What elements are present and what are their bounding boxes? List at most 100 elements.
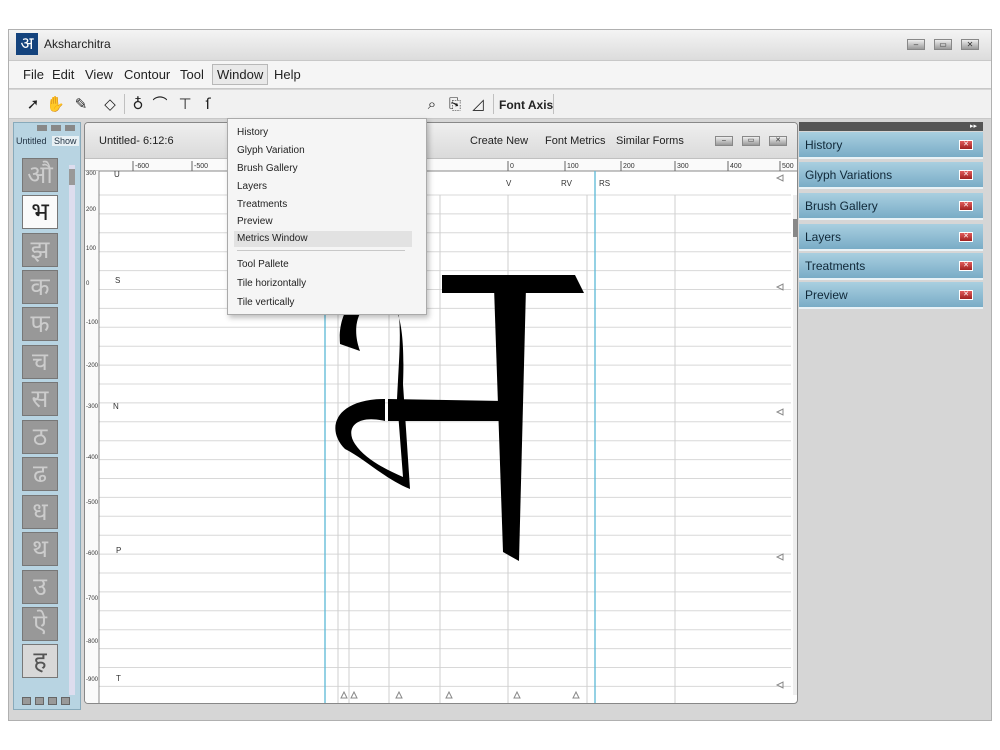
close-icon[interactable]: ✕ xyxy=(959,140,973,150)
view-icon-4[interactable] xyxy=(61,697,70,705)
canvas-scrollbar[interactable] xyxy=(793,195,798,695)
ruler-tick-label: 300 xyxy=(677,163,689,170)
document-title: Untitled- 6:12:6 xyxy=(99,135,174,147)
create-new-button[interactable]: Create New xyxy=(470,135,528,147)
window-menu-item-brush-gallery[interactable]: Brush Gallery xyxy=(237,163,298,174)
glyph-tile[interactable]: ह xyxy=(22,644,58,678)
menu-window[interactable]: Window xyxy=(212,64,269,85)
zoom-tool-icon[interactable]: ⌕ xyxy=(423,95,441,113)
menu-help[interactable]: Help xyxy=(274,67,301,82)
close-icon[interactable]: ✕ xyxy=(959,261,973,271)
panel-close-icon[interactable] xyxy=(65,125,75,131)
menu-bar: File Edit View Contour Tool Window Help xyxy=(9,60,991,89)
minimize-button[interactable]: – xyxy=(907,39,925,50)
ruler-tick-label: -500 xyxy=(86,500,99,506)
menu-contour[interactable]: Contour xyxy=(124,67,170,82)
window-menu-item-tool-pallete[interactable]: Tool Pallete xyxy=(237,259,289,270)
editor-close-button[interactable]: ✕ xyxy=(769,136,787,146)
close-icon[interactable]: ✕ xyxy=(959,290,973,300)
metric-handle-icon[interactable] xyxy=(775,174,784,182)
panel-minimize-icon[interactable] xyxy=(37,125,47,131)
glyph-outline[interactable] xyxy=(335,275,584,561)
pointer-tool-icon[interactable]: ➚ xyxy=(24,95,42,113)
glyph-list-scrollbar[interactable] xyxy=(69,165,75,695)
t-stroke-tool-icon[interactable]: ⊤ xyxy=(176,95,194,113)
glyph-tile[interactable]: फ xyxy=(22,307,58,341)
ruler-tick-label: -900 xyxy=(86,677,99,683)
panel-item-history[interactable]: History ✕ xyxy=(799,132,983,159)
window-menu-item-preview[interactable]: Preview xyxy=(237,216,273,227)
guide-handle-icon[interactable] xyxy=(445,690,453,699)
guide-handle-icon[interactable] xyxy=(340,690,348,699)
glyph-tile[interactable]: च xyxy=(22,345,58,379)
glyph-tile[interactable]: थ xyxy=(22,532,58,566)
metric-handle-icon[interactable] xyxy=(775,553,784,561)
glyph-tile[interactable]: ठ xyxy=(22,420,58,454)
panel-item-layers[interactable]: Layers ✕ xyxy=(799,224,983,251)
right-panel: ▸▸ History ✕ Glyph Variations ✕ Brush Galler… xyxy=(799,122,983,312)
glyph-tile[interactable]: ध xyxy=(22,495,58,529)
canvas-scrollbar-thumb[interactable] xyxy=(793,219,798,237)
menu-view[interactable]: View xyxy=(85,67,113,82)
window-menu-item-history[interactable]: History xyxy=(237,127,268,138)
similar-forms-button[interactable]: Similar Forms xyxy=(616,135,684,147)
close-icon[interactable]: ✕ xyxy=(959,201,973,211)
glyph-tile[interactable]: क xyxy=(22,270,58,304)
glyph-tile[interactable]: उ xyxy=(22,570,58,604)
ruler-tool-icon[interactable]: ◇ xyxy=(101,95,119,113)
guide-handle-icon[interactable] xyxy=(395,690,403,699)
hand-tool-icon[interactable]: ✋ xyxy=(46,95,65,113)
menu-tool[interactable]: Tool xyxy=(180,67,204,82)
view-icon-1[interactable] xyxy=(22,697,31,705)
metric-handle-icon[interactable] xyxy=(775,408,784,416)
window-menu-item-tile-horizontally[interactable]: Tile horizontally xyxy=(237,278,306,289)
editor-minimize-button[interactable]: – xyxy=(715,136,733,146)
glyph-tile[interactable]: भ xyxy=(22,195,58,229)
view-icon-3[interactable] xyxy=(48,697,57,705)
close-icon[interactable]: ✕ xyxy=(959,232,973,242)
glyph-tile[interactable]: औ xyxy=(22,158,58,192)
panel-maximize-icon[interactable] xyxy=(51,125,61,131)
pen-tool-icon[interactable]: ♁ xyxy=(129,95,147,113)
window-menu-item-treatments[interactable]: Treatments xyxy=(237,199,287,210)
menu-edit[interactable]: Edit xyxy=(52,67,74,82)
page-tool-icon[interactable]: ⎘ xyxy=(446,95,464,113)
window-menu-item-metrics-window[interactable]: Metrics Window xyxy=(234,231,412,247)
show-toggle[interactable]: Show xyxy=(52,136,79,146)
close-button[interactable]: ✕ xyxy=(961,39,979,50)
menu-file[interactable]: File xyxy=(23,67,44,82)
metric-label: N xyxy=(113,402,119,411)
font-metrics-button[interactable]: Font Metrics xyxy=(545,135,606,147)
view-icon-2[interactable] xyxy=(35,697,44,705)
glyph-canvas[interactable]: -600 -500 -400 -300 -200 -100 0 100 200 300 400 500… xyxy=(85,159,798,704)
panel-item-glyph-variations[interactable]: Glyph Variations ✕ xyxy=(799,162,983,189)
hook-stroke-tool-icon[interactable]: ſ xyxy=(199,95,217,113)
eraser-tool-icon[interactable]: ✎ xyxy=(72,95,90,113)
panel-item-preview[interactable]: Preview ✕ xyxy=(799,282,983,309)
panel-item-label: Layers xyxy=(805,230,842,244)
window-menu-item-layers[interactable]: Layers xyxy=(237,181,267,192)
glyph-tile[interactable]: ऐ xyxy=(22,607,58,641)
guide-handle-icon[interactable] xyxy=(572,690,580,699)
editor-maximize-button[interactable]: ▭ xyxy=(742,136,760,146)
font-axis-button[interactable]: Font Axis xyxy=(499,98,553,112)
ruler-tick-label: -700 xyxy=(86,596,99,602)
glyph-tile[interactable]: ढ xyxy=(22,457,58,491)
panel-item-treatments[interactable]: Treatments ✕ xyxy=(799,253,983,280)
metric-label: P xyxy=(116,546,121,555)
panel-item-brush-gallery[interactable]: Brush Gallery ✕ xyxy=(799,193,983,220)
close-icon[interactable]: ✕ xyxy=(959,170,973,180)
shape-tool-icon[interactable]: ◿ xyxy=(469,95,487,113)
window-menu-item-glyph-variation[interactable]: Glyph Variation xyxy=(237,145,305,156)
glyph-tile[interactable]: झ xyxy=(22,233,58,267)
curve-tool-icon[interactable]: ⌒ xyxy=(151,95,169,113)
guide-handle-icon[interactable] xyxy=(513,690,521,699)
guide-handle-icon[interactable] xyxy=(350,690,358,699)
metric-handle-icon[interactable] xyxy=(775,681,784,689)
scrollbar-thumb[interactable] xyxy=(69,169,75,185)
window-menu-item-tile-vertically[interactable]: Tile vertically xyxy=(237,297,294,308)
maximize-button[interactable]: ▭ xyxy=(934,39,952,50)
glyph-tile[interactable]: स xyxy=(22,382,58,416)
panel-expand-icon[interactable]: ▸▸ xyxy=(799,122,983,131)
app-window: अ Aksharchitra – ▭ ✕ File Edit View Cont… xyxy=(8,29,992,721)
